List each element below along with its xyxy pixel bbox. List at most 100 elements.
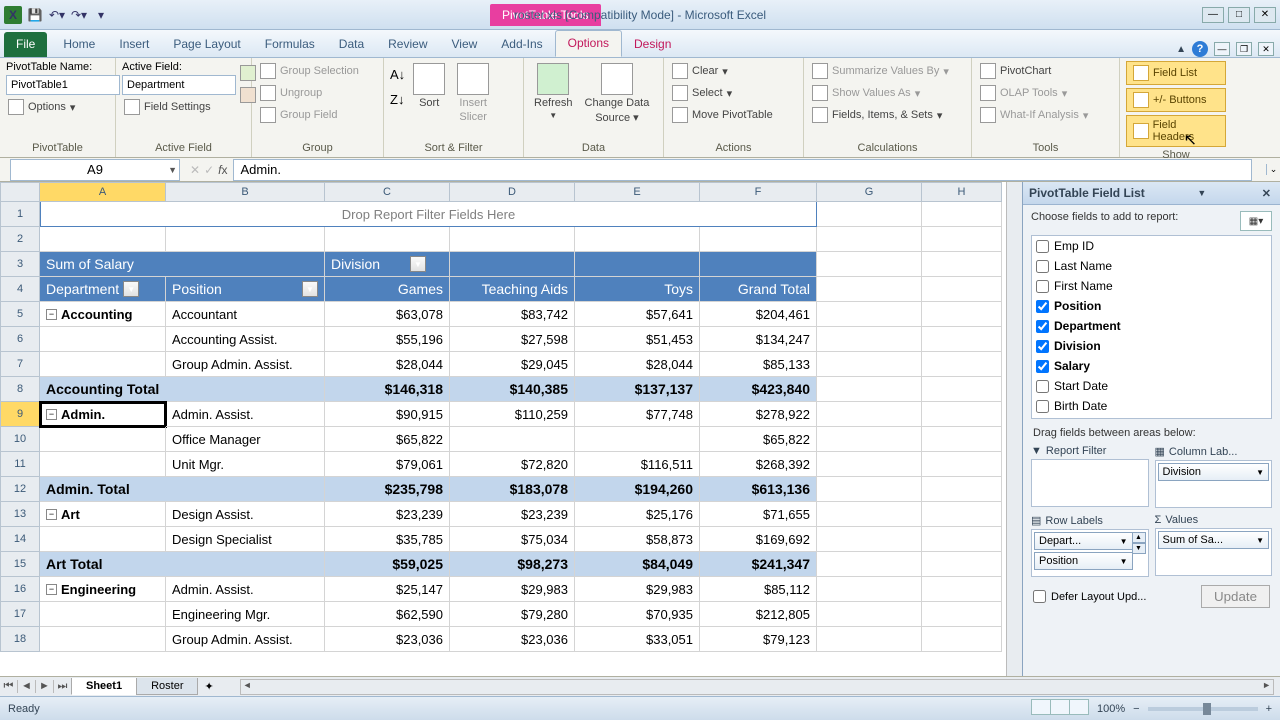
row-header[interactable]: 11 [0, 452, 40, 477]
cell[interactable] [922, 577, 1002, 602]
whatif-button[interactable]: What-If Analysis ▾ [978, 105, 1090, 125]
row-header[interactable]: 3 [0, 252, 40, 277]
cell[interactable] [922, 402, 1002, 427]
col-header-b[interactable]: B [166, 182, 325, 202]
cell[interactable] [817, 302, 922, 327]
select-button[interactable]: Select ▾ [670, 83, 775, 103]
cell[interactable]: $25,147 [325, 577, 450, 602]
field-checkbox[interactable] [1036, 260, 1049, 273]
cell[interactable]: $137,137 [575, 377, 700, 402]
cell[interactable]: $194,260 [575, 477, 700, 502]
field-list-close-icon[interactable]: ✕ [1259, 187, 1274, 200]
cell[interactable]: $28,044 [575, 352, 700, 377]
field-item[interactable]: Birth Date [1032, 396, 1271, 416]
cell[interactable] [40, 327, 166, 352]
pivottable-options-button[interactable]: Options ▾ [6, 97, 120, 117]
cell[interactable]: Design Specialist [166, 527, 325, 552]
cell[interactable]: $35,785 [325, 527, 450, 552]
cell[interactable]: Design Assist. [166, 502, 325, 527]
group-field-button[interactable]: Group Field [258, 105, 361, 125]
cell[interactable]: Engineering Mgr. [166, 602, 325, 627]
cell[interactable] [40, 427, 166, 452]
fx-icon[interactable]: fx [218, 163, 227, 177]
cell[interactable]: $278,922 [700, 402, 817, 427]
cell[interactable]: $29,983 [450, 577, 575, 602]
cell[interactable] [817, 277, 922, 302]
view-buttons[interactable] [1032, 699, 1089, 718]
cell[interactable]: Group Admin. Assist. [166, 352, 325, 377]
cell[interactable]: $268,392 [700, 452, 817, 477]
cell[interactable]: $25,176 [575, 502, 700, 527]
cell[interactable] [40, 227, 166, 252]
formula-bar-expand-icon[interactable]: ⌄ [1266, 164, 1280, 175]
cell[interactable]: $29,983 [575, 577, 700, 602]
zoom-slider[interactable] [1148, 707, 1258, 711]
cell[interactable] [817, 352, 922, 377]
row-header[interactable]: 18 [0, 627, 40, 652]
plus-minus-toggle[interactable]: +/- Buttons [1126, 88, 1226, 112]
refresh-button[interactable]: Refresh▼ [530, 61, 577, 122]
field-checkbox[interactable] [1036, 340, 1049, 353]
cell[interactable]: Department▼ [40, 277, 166, 302]
field-item[interactable]: Emp ID [1032, 236, 1271, 256]
cell[interactable]: $23,239 [450, 502, 575, 527]
tab-page-layout[interactable]: Page Layout [161, 32, 252, 57]
cell[interactable] [817, 502, 922, 527]
cell[interactable]: $63,078 [325, 302, 450, 327]
cell[interactable]: $116,511 [575, 452, 700, 477]
department-filter-icon[interactable]: ▼ [123, 281, 139, 297]
sort-desc-icon[interactable]: Z↓ [390, 92, 405, 107]
cell[interactable]: Group Admin. Assist. [166, 627, 325, 652]
cell[interactable]: $110,259 [450, 402, 575, 427]
cell[interactable] [922, 452, 1002, 477]
cell[interactable]: Teaching Aids [450, 277, 575, 302]
cell[interactable] [817, 402, 922, 427]
cell[interactable] [40, 627, 166, 652]
row-header[interactable]: 8 [0, 377, 40, 402]
cell[interactable]: Admin. Total [40, 477, 325, 502]
cell[interactable]: $183,078 [450, 477, 575, 502]
cell[interactable]: $51,453 [575, 327, 700, 352]
cell[interactable] [922, 552, 1002, 577]
cell[interactable]: Art Total [40, 552, 325, 577]
cell[interactable] [922, 627, 1002, 652]
horizontal-scrollbar[interactable] [240, 679, 1274, 695]
cell[interactable]: $613,136 [700, 477, 817, 502]
col-header-g[interactable]: G [817, 182, 922, 202]
move-pivottable-button[interactable]: Move PivotTable [670, 105, 775, 125]
tab-addins[interactable]: Add-Ins [489, 32, 554, 57]
ungroup-button[interactable]: Ungroup [258, 83, 361, 103]
field-item[interactable]: Start Date [1032, 376, 1271, 396]
row-header[interactable]: 10 [0, 427, 40, 452]
change-data-source-button[interactable]: Change DataSource ▾ [581, 61, 654, 126]
cell[interactable] [817, 602, 922, 627]
field-item[interactable]: Department [1032, 316, 1271, 336]
sheet-tab-roster[interactable]: Roster [136, 678, 198, 695]
close-button[interactable]: ✕ [1254, 7, 1276, 23]
row-chip-department[interactable]: Depart...▼ [1034, 532, 1133, 550]
cell[interactable]: $59,025 [325, 552, 450, 577]
help-icon[interactable]: ? [1192, 41, 1208, 57]
tab-data[interactable]: Data [327, 32, 376, 57]
tab-home[interactable]: Home [51, 32, 107, 57]
cell[interactable]: $70,935 [575, 602, 700, 627]
redo-icon[interactable]: ↷▾ [70, 6, 88, 24]
cell[interactable] [922, 502, 1002, 527]
tab-design[interactable]: Design [622, 32, 683, 57]
cell[interactable]: Position▼ [166, 277, 325, 302]
cell[interactable]: $83,742 [450, 302, 575, 327]
cell[interactable]: $23,036 [450, 627, 575, 652]
summarize-values-button[interactable]: Summarize Values By ▾ [810, 61, 951, 81]
cell[interactable]: $85,133 [700, 352, 817, 377]
name-box[interactable]: A9▼ [10, 159, 180, 181]
cell[interactable] [922, 327, 1002, 352]
tab-view[interactable]: View [440, 32, 490, 57]
cell[interactable] [166, 227, 325, 252]
sheet-tab-sheet1[interactable]: Sheet1 [71, 678, 137, 695]
cell[interactable] [575, 427, 700, 452]
cell[interactable]: $65,822 [700, 427, 817, 452]
cell[interactable] [450, 427, 575, 452]
cell[interactable]: $65,822 [325, 427, 450, 452]
collapse-icon[interactable]: − [46, 409, 57, 420]
cell[interactable]: $79,280 [450, 602, 575, 627]
